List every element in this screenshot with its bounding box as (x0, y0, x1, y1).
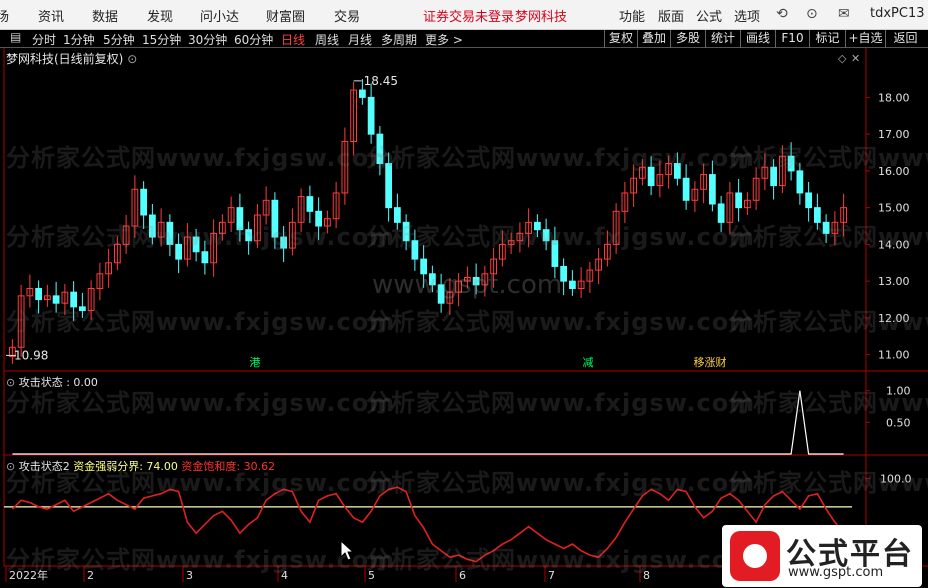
candle-body (367, 96, 375, 135)
sub2-menu-icon[interactable]: ⊙ (6, 460, 15, 473)
logo-mark-icon (730, 531, 780, 581)
candle-body (394, 207, 401, 223)
xtick-label: 8 (643, 569, 650, 582)
candle-body (385, 163, 392, 209)
candle-body (52, 295, 60, 304)
chart-area[interactable]: 18.00 17.00 16.00 15.00 14.00 13.00 12.00 11.00… (0, 0, 928, 588)
candle-body (420, 258, 427, 275)
candle-body (271, 199, 279, 238)
candle-body (534, 221, 541, 231)
candle-body (306, 196, 314, 212)
sub2-ytick-label: 100.0 (880, 472, 912, 485)
event-marker: 港 (250, 356, 261, 369)
candle-body (166, 221, 174, 245)
candle-body (280, 236, 287, 249)
candle-body (376, 133, 384, 165)
sub1-line (12, 390, 844, 455)
candles (9, 79, 847, 364)
candle-body (787, 155, 795, 172)
sub2-series (11, 486, 845, 563)
candle-body (175, 243, 182, 260)
ytick-label: 15.00 (878, 202, 910, 215)
candle-body (411, 240, 419, 260)
sub1-series (12, 390, 844, 455)
xtick-label: 2 (87, 569, 94, 582)
candle-body (805, 192, 812, 209)
candle-body (569, 280, 576, 289)
candle-body (201, 251, 209, 264)
candle-body (236, 207, 244, 231)
sub2-threshold-label: 资金强弱分界: 74.00 (73, 460, 178, 473)
ytick-label: 16.00 (878, 165, 910, 178)
candle-body (79, 306, 86, 312)
sub1-ytick-label: 1.00 (886, 385, 911, 398)
event-marker: 减 (583, 356, 594, 369)
candle-body (717, 203, 725, 223)
candle-body (70, 291, 77, 308)
sub1-menu-icon[interactable]: ⊙ (6, 376, 15, 389)
candle-body (472, 276, 480, 286)
candle-body (140, 188, 147, 216)
ytick-label: 18.00 (878, 91, 910, 104)
candle-body (192, 236, 200, 253)
ytick-label: 14.00 (878, 238, 910, 251)
candle-body (437, 284, 445, 304)
candle-body (735, 192, 742, 209)
xtick-label: 3 (186, 569, 193, 582)
candle-body (682, 177, 690, 201)
xtick-label: 5 (368, 569, 375, 582)
low-label: 10.98 (14, 348, 48, 362)
candle-body (814, 207, 821, 223)
sub2-label: ⊙ 攻击状态2 资金强弱分界: 74.00 资金饱和度: 30.62 (6, 460, 276, 473)
candle-body (359, 89, 366, 98)
gspt-logo: 公式平台 www.gspt.com (722, 525, 922, 587)
candle-body (770, 166, 777, 187)
xtick-label: 7 (548, 569, 555, 582)
candle-body (560, 265, 567, 282)
xtick-label: 2022年 (9, 568, 48, 582)
event-marker: 移涨财 (694, 355, 727, 369)
candle-body (709, 174, 716, 205)
candle-body (35, 288, 42, 301)
candle-body (674, 163, 681, 179)
candle-body (542, 229, 550, 242)
ytick-label: 11.00 (878, 349, 910, 362)
xtick-label: 4 (281, 569, 288, 582)
logo-url: www.gspt.com (788, 565, 884, 580)
sub2-saturation-label: 资金饱和度: 30.62 (181, 460, 276, 473)
ytick-label: 13.00 (878, 275, 910, 288)
sub1-ytick-label: 0.50 (886, 416, 911, 429)
candle-body (647, 166, 655, 187)
ytick-label: 12.00 (878, 312, 910, 325)
candle-body (822, 221, 830, 234)
sub1-label: ⊙ 攻击状态 : 0.00 (6, 376, 98, 389)
candle-body (315, 210, 322, 227)
candle-body (402, 221, 410, 242)
candle-body (245, 229, 252, 242)
candle-body (429, 273, 436, 286)
xtick-label: 6 (459, 569, 466, 582)
candle-body (149, 214, 156, 238)
mouse-cursor-icon (340, 540, 355, 561)
candle-body (796, 170, 804, 194)
ytick-label: 17.00 (878, 128, 910, 141)
high-label: 18.45 (364, 74, 398, 88)
candle-body (551, 240, 559, 267)
